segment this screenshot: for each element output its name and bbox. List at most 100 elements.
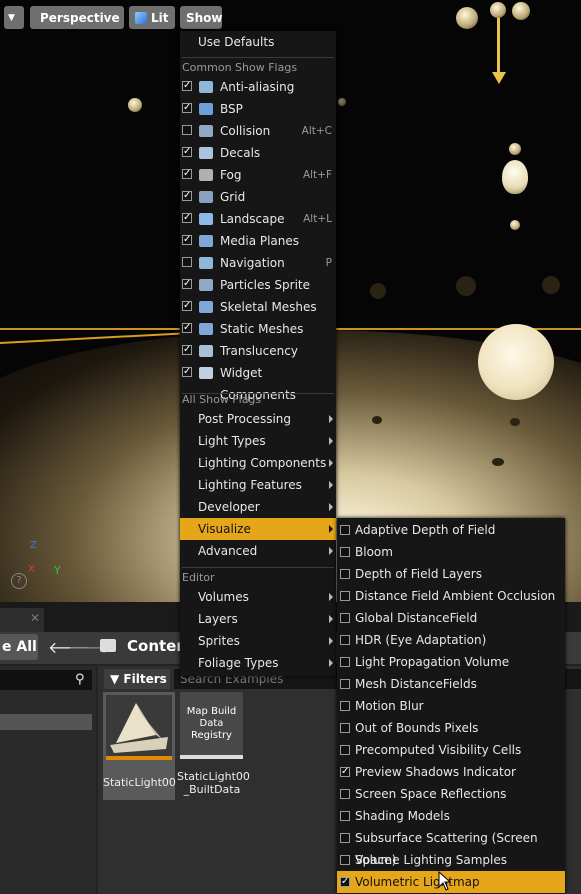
checkbox[interactable] [340,701,350,711]
submenu-item[interactable]: Advanced [180,540,336,562]
checkbox[interactable]: ✓ [182,367,192,377]
checkbox[interactable] [340,745,350,755]
visualize-item[interactable]: Bloom [337,541,565,563]
static-mesh-icon [199,323,213,335]
submenu-item[interactable]: Sprites [180,630,336,652]
show-flag-item[interactable]: ✓ BSP [180,98,336,120]
submenu-item[interactable]: Developer [180,496,336,518]
show-flag-item[interactable]: ✓ Decals [180,142,336,164]
chevron-right-icon [329,481,333,489]
menu-separator [182,567,334,568]
perspective-button[interactable]: Perspective [30,6,124,29]
chevron-right-icon [329,459,333,467]
visualize-submenu: Adaptive Depth of Field Bloom Depth of Fie… [337,518,565,894]
submenu-label: Volumes [198,590,249,604]
checkbox[interactable] [340,569,350,579]
use-defaults-item[interactable]: Use Defaults [180,31,336,53]
show-flag-item[interactable]: ✓ Static Meshes [180,318,336,340]
show-flag-item[interactable]: ✓ Media Planes [180,230,336,252]
show-flag-item[interactable]: ✓ Skeletal Meshes [180,296,336,318]
checkbox[interactable] [340,613,350,623]
checkbox[interactable]: ✓ [182,103,192,113]
show-flag-item[interactable]: ✓ Widget Components [180,362,336,402]
show-flag-item[interactable]: Navigation P [180,252,336,274]
show-flag-item[interactable]: ✓ Fog Alt+F [180,164,336,186]
visualize-item[interactable]: Precomputed Visibility Cells [337,739,565,761]
lightmap-sample [512,2,530,20]
show-flag-item[interactable]: Collision Alt+C [180,120,336,142]
checkbox[interactable]: ✓ [340,767,350,777]
checkbox[interactable] [340,525,350,535]
checkbox[interactable] [340,591,350,601]
visualize-item[interactable]: Light Propagation Volume [337,651,565,673]
checkbox[interactable] [340,657,350,667]
show-button[interactable]: Show [180,6,223,29]
lit-button[interactable]: Lit [129,6,175,29]
show-flag-item[interactable]: ✓ Translucency [180,340,336,362]
checkbox[interactable]: ✓ [182,169,192,179]
chevron-right-icon [329,415,333,423]
show-flag-label: Fog [220,168,242,182]
help-icon[interactable]: ? [11,573,27,589]
submenu-item[interactable]: Lighting Features [180,474,336,496]
submenu-item[interactable]: Layers [180,608,336,630]
show-flag-item[interactable]: ✓ Grid [180,186,336,208]
build-data-thumbnail[interactable]: Map Build Data Registry [180,692,243,755]
checkbox[interactable]: ✓ [182,147,192,157]
viewport-options-dropdown[interactable]: ▼ [4,6,24,29]
point-light-bulb-icon[interactable] [502,160,528,194]
close-icon[interactable]: ✕ [30,611,40,625]
checkbox[interactable] [340,723,350,733]
show-flag-item[interactable]: ✓ Landscape Alt+L [180,208,336,230]
show-flag-item[interactable]: ✓ Particles Sprite [180,274,336,296]
checkbox[interactable]: ✓ [182,213,192,223]
checkbox[interactable]: ✓ [182,323,192,333]
submenu-item[interactable]: Foliage Types [180,652,336,674]
visualize-item[interactable]: Depth of Field Layers [337,563,565,585]
lightmap-sample [370,283,386,299]
sphere-mesh[interactable] [478,324,554,400]
submenu-label: Developer [198,500,260,514]
visualize-item[interactable]: Screen Space Reflections [337,783,565,805]
show-flag-item[interactable]: ✓ Anti-aliasing [180,76,336,98]
checkbox[interactable]: ✓ [182,345,192,355]
checkbox[interactable] [340,679,350,689]
visualize-item[interactable]: HDR (Eye Adaptation) [337,629,565,651]
visualize-item[interactable]: Adaptive Depth of Field [337,519,565,541]
checkbox[interactable] [340,833,350,843]
visualize-label: Depth of Field Layers [355,567,482,581]
checkbox[interactable]: ✓ [340,877,350,887]
visualize-item[interactable]: Subsurface Scattering (Screen Space) [337,827,565,867]
folder-tree-item[interactable] [0,714,92,730]
checkbox[interactable]: ✓ [182,301,192,311]
checkbox[interactable] [182,257,192,267]
submenu-item[interactable]: Post Processing [180,408,336,430]
visualize-item[interactable]: Shading Models [337,805,565,827]
submenu-item[interactable]: Light Types [180,430,336,452]
checkbox[interactable] [182,125,192,135]
checkbox[interactable] [340,635,350,645]
visualize-item[interactable]: ✓ Preview Shadows Indicator [337,761,565,783]
perspective-label: Perspective [40,10,120,25]
checkbox[interactable] [340,811,350,821]
checkbox[interactable]: ✓ [182,81,192,91]
visualize-item[interactable]: Out of Bounds Pixels [337,717,565,739]
visualize-item[interactable]: Global DistanceField [337,607,565,629]
checkbox[interactable]: ✓ [182,191,192,201]
submenu-item[interactable]: Volumes [180,586,336,608]
submenu-item[interactable]: Lighting Components [180,452,336,474]
submenu-item[interactable]: Visualize [180,518,336,540]
checkbox[interactable] [340,547,350,557]
visualize-item[interactable]: Mesh DistanceFields [337,673,565,695]
checkbox[interactable] [340,789,350,799]
checkbox[interactable]: ✓ [182,235,192,245]
lit-label: Lit [151,10,169,25]
save-all-button[interactable]: e All [0,634,38,660]
visualize-item[interactable]: Volume Lighting Samples [337,849,565,871]
checkbox[interactable]: ✓ [182,279,192,289]
particles-icon [199,279,213,291]
filters-button[interactable]: ▼ Filters [104,669,170,689]
checkbox[interactable] [340,855,350,865]
visualize-item[interactable]: Motion Blur [337,695,565,717]
visualize-item[interactable]: Distance Field Ambient Occlusion [337,585,565,607]
